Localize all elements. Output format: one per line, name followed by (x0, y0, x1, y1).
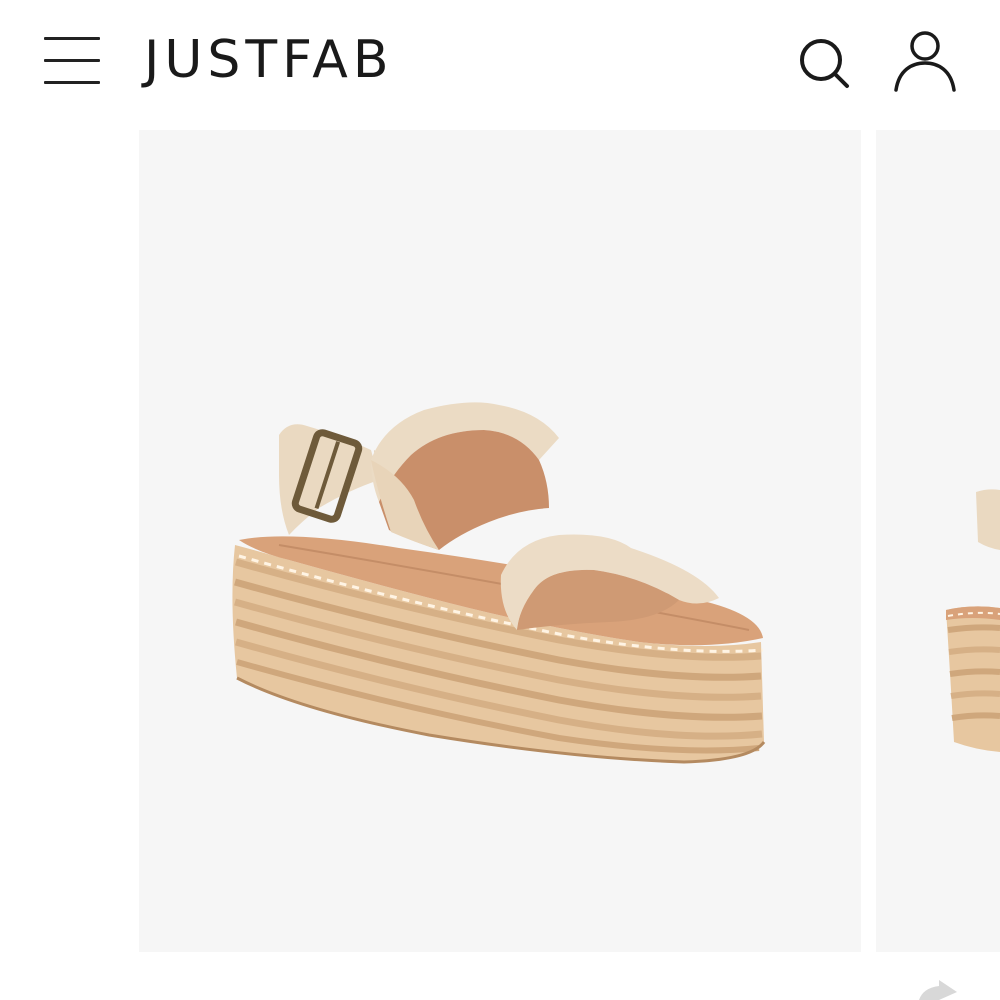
product-page: JUSTFAB (0, 0, 1000, 1000)
sandal-image (232, 402, 766, 764)
menu-bar-bottom (44, 81, 100, 84)
share-arrow-icon (919, 980, 957, 1000)
menu-bar-middle (44, 59, 100, 62)
menu-bar-top (44, 37, 100, 40)
user-account-icon (894, 31, 956, 92)
menu-button[interactable] (40, 30, 104, 90)
account-button[interactable] (890, 26, 960, 96)
product-image-carousel[interactable] (0, 130, 1000, 952)
product-image-next[interactable] (876, 130, 1000, 952)
share-icon[interactable] (905, 978, 975, 1000)
product-image-main[interactable] (139, 130, 861, 952)
brand-logo[interactable]: JUSTFAB (144, 28, 394, 92)
sandal-side-image (946, 489, 1000, 752)
search-button[interactable] (792, 30, 856, 94)
site-header: JUSTFAB (0, 0, 1000, 125)
search-icon (800, 39, 849, 88)
